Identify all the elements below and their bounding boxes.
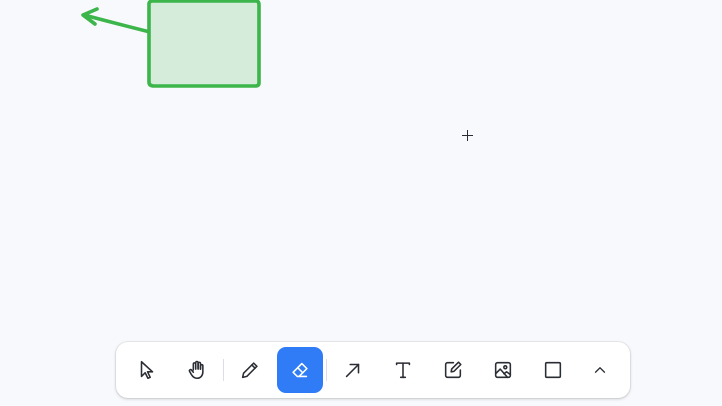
select-tool-button[interactable] [124,347,170,393]
rectangle-shape[interactable] [147,0,261,88]
chevron-up-icon [594,367,606,373]
arrow-icon [345,363,360,378]
toolbar [116,342,630,398]
draw-tool-button[interactable] [227,347,273,393]
pointer-icon [140,360,154,380]
media-tool-button[interactable] [480,347,526,393]
note-icon [444,361,462,379]
eraser-icon [292,362,308,378]
eraser-tool-button[interactable] [277,347,323,393]
image-icon [494,361,512,379]
hand-tool-button[interactable] [174,347,220,393]
toolbar-divider [326,359,327,381]
crosshair-cursor-icon [462,130,473,141]
arrow-shape[interactable] [81,7,152,34]
more-tools-button[interactable] [580,347,620,393]
text-icon [395,362,411,379]
text-tool-button[interactable] [380,347,426,393]
rectangle-icon [544,361,562,379]
note-tool-button[interactable] [430,347,476,393]
toolbar-divider [223,359,224,381]
pencil-icon [241,362,258,379]
rectangle-tool-button[interactable] [530,347,576,393]
arrow-tool-button[interactable] [330,347,376,393]
hand-icon [188,360,204,380]
